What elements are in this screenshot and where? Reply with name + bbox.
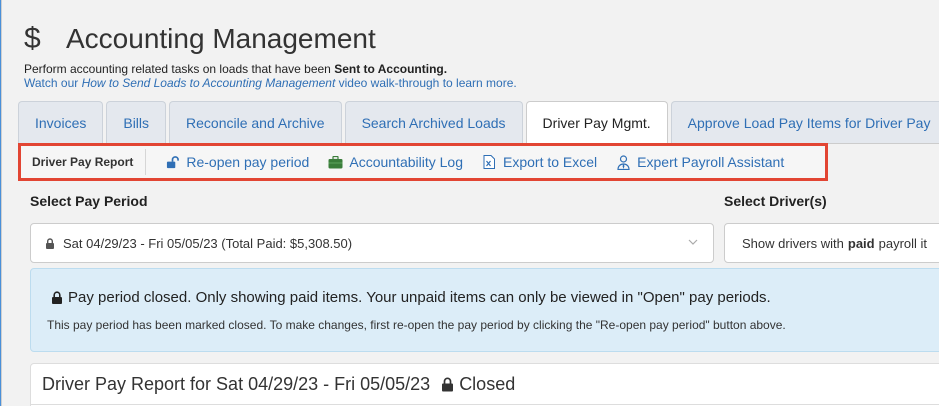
briefcase-icon <box>327 154 343 170</box>
drivers-label: Select Driver(s) <box>724 193 827 209</box>
page-description: Perform accounting related tasks on load… <box>24 62 517 90</box>
driver-pay-report-panel: Driver Pay Report for Sat 04/29/23 - Fri… <box>30 363 939 406</box>
tab-driver-pay[interactable]: Driver Pay Mgmt. <box>525 101 668 144</box>
report-header-divider <box>31 404 939 405</box>
pay-period-select[interactable]: Sat 04/29/23 - Fri 05/05/23 (Total Paid:… <box>30 223 714 263</box>
unlock-icon <box>164 154 180 170</box>
chevron-down-icon <box>687 236 699 251</box>
tab-search-archived[interactable]: Search Archived Loads <box>344 101 523 143</box>
reopen-pay-period-button[interactable]: Re-open pay period <box>164 154 309 170</box>
driver-pay-subnav: Driver Pay Report Re-open pay period Acc… <box>18 143 828 181</box>
subnav-title: Driver Pay Report <box>21 149 147 175</box>
tab-bar: Invoices Bills Reconcile and Archive Sea… <box>18 101 939 144</box>
lock-icon <box>45 235 55 251</box>
page-title: Accounting Management <box>66 23 376 54</box>
drivers-select[interactable]: Show drivers with paid payroll it <box>724 223 939 263</box>
tab-approve-load-pay[interactable]: Approve Load Pay Items for Driver Pay <box>670 101 939 143</box>
app-window: $ Accounting Management Perform accounti… <box>1 0 939 406</box>
dollar-icon: $ <box>24 22 41 55</box>
walkthrough-link[interactable]: Watch our How to Send Loads to Accountin… <box>24 76 517 90</box>
expert-payroll-assistant-button[interactable]: Expert Payroll Assistant <box>615 154 784 170</box>
page-header: $ Accounting Management Perform accounti… <box>24 22 517 90</box>
excel-file-icon <box>481 154 497 170</box>
lock-icon <box>51 290 63 306</box>
export-excel-button[interactable]: Export to Excel <box>481 154 597 170</box>
closed-period-alert: Pay period closed. Only showing paid ite… <box>30 268 939 352</box>
tab-bills[interactable]: Bills <box>106 101 167 143</box>
user-tie-icon <box>615 154 631 170</box>
accountability-log-button[interactable]: Accountability Log <box>327 154 463 170</box>
tab-invoices[interactable]: Invoices <box>18 101 104 143</box>
pay-period-label: Select Pay Period <box>30 193 148 209</box>
lock-icon <box>440 377 454 393</box>
alert-message: Pay period closed. Only showing paid ite… <box>51 289 771 306</box>
report-status: Closed <box>440 374 515 395</box>
report-title: Driver Pay Report for Sat 04/29/23 - Fri… <box>42 374 516 395</box>
tab-reconcile-archive[interactable]: Reconcile and Archive <box>169 101 342 143</box>
alert-detail: This pay period has been marked closed. … <box>47 318 786 332</box>
